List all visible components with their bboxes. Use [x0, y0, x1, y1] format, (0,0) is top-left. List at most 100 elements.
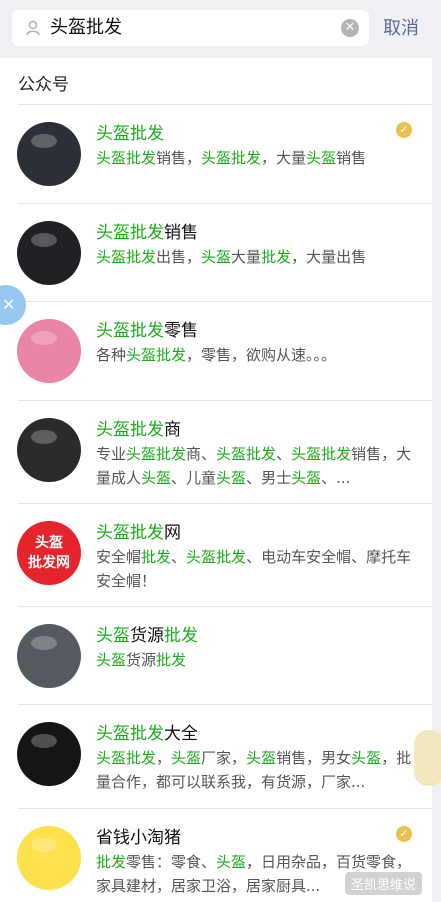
highlight-text: 头盔批发 [96, 149, 157, 167]
highlight-text: 头盔批发 [96, 248, 157, 266]
search-box[interactable]: 头盔批发 ✕ [12, 10, 369, 46]
result-title[interactable]: 头盔批发零售 [96, 316, 198, 341]
verified-badge-icon: ✓ [396, 826, 412, 842]
highlight-text: 头盔批发 [96, 420, 164, 440]
result-description: 头盔货源批发 [96, 648, 416, 672]
results-panel: 公众号 头盔批发 头盔批发销售，头盔批发，大量头盔销售 ✓ 头盔批发销售 头盔批发出售，… [0, 58, 432, 902]
result-row[interactable]: 头盔批发大全 头盔批发，头盔厂家，头盔销售，男女头盔，批量合作，都可以联系我，有货… [0, 704, 432, 808]
highlight-text: 头盔 [141, 469, 172, 487]
text-fragment: 省钱小淘猪 [96, 828, 181, 848]
search-bar: 头盔批发 ✕ 取消 [0, 0, 441, 58]
text-fragment: 货源 [126, 651, 157, 669]
search-input[interactable]: 头盔批发 [50, 10, 122, 46]
text-fragment: 货源 [130, 626, 164, 646]
avatar-highlight [31, 233, 57, 247]
highlight-text: 批发 [96, 853, 127, 871]
account-avatar[interactable] [17, 122, 81, 186]
highlight-text: 头盔批发 [186, 548, 247, 566]
text-fragment: 大全 [164, 724, 198, 744]
divider [18, 606, 432, 607]
result-title[interactable]: 头盔批发大全 [96, 719, 198, 744]
result-title[interactable]: 头盔货源批发 [96, 621, 198, 646]
text-fragment: 销售 [336, 149, 367, 167]
result-title[interactable]: 头盔批发网 [96, 518, 181, 543]
result-row[interactable]: 头盔货源批发 头盔货源批发 [0, 606, 432, 704]
divider [18, 503, 432, 504]
text-fragment: 、男士 [246, 469, 292, 487]
account-avatar[interactable] [17, 722, 81, 786]
text-fragment: 、 [276, 445, 292, 463]
result-title[interactable]: 头盔批发销售 [96, 218, 198, 243]
text-fragment: 、儿童 [171, 469, 217, 487]
highlight-text: 头盔批发 [291, 445, 352, 463]
person-icon [26, 20, 40, 36]
highlight-text: 批发 [141, 548, 172, 566]
account-avatar[interactable] [17, 319, 81, 383]
account-avatar[interactable] [17, 826, 81, 890]
highlight-text: 头盔批发 [96, 749, 157, 767]
highlight-text: 头盔 [351, 749, 382, 767]
divider [18, 203, 432, 204]
divider [18, 808, 432, 809]
text-fragment: 零售 [164, 321, 198, 341]
cancel-button[interactable]: 取消 [383, 14, 419, 40]
text-fragment: 网 [164, 523, 181, 543]
highlight-text: 头盔批发 [96, 124, 164, 144]
result-row[interactable]: 头盔批发商 专业头盔批发商、头盔批发、头盔批发销售，大量成人头盔、儿童头盔、男士头… [0, 400, 432, 503]
highlight-text: 头盔批发 [96, 321, 164, 341]
divider [18, 301, 432, 302]
result-description: 头盔批发出售，头盔大量批发，大量出售 [96, 245, 416, 269]
result-description: 安全帽批发、头盔批发、电动车安全帽、摩托车安全帽！ [96, 545, 416, 593]
logo-text: 批发网 [28, 555, 70, 571]
text-fragment: 销售 [164, 223, 198, 243]
highlight-text: 头盔 [171, 749, 202, 767]
result-description: 各种头盔批发，零售，欲购从速。。。 [96, 343, 416, 367]
result-description: 头盔批发，头盔厂家，头盔销售，男女头盔，批量合作，都可以联系我，有货源，厂家..… [96, 746, 416, 794]
highlight-text: 头盔 [246, 749, 277, 767]
text-fragment: 大量 [231, 248, 262, 266]
result-title[interactable]: 省钱小淘猪 [96, 823, 181, 848]
text-fragment: 各种 [96, 346, 127, 364]
decorative-sticker [414, 730, 441, 786]
account-avatar[interactable] [17, 418, 81, 482]
account-logo[interactable]: 头盔 批发网 [17, 521, 81, 585]
result-title[interactable]: 头盔批发商 [96, 415, 181, 440]
result-row[interactable]: 头盔批发零售 各种头盔批发，零售，欲购从速。。。 [0, 301, 432, 400]
highlight-text: 头盔 [96, 651, 127, 669]
highlight-text: 头盔 [201, 248, 232, 266]
avatar-highlight [31, 734, 57, 748]
result-title[interactable]: 头盔批发 [96, 119, 164, 144]
highlight-text: 头盔批发 [96, 223, 164, 243]
logo-text: 头盔 [35, 535, 63, 551]
text-fragment: 厂家， [201, 749, 247, 767]
highlight-text: 头盔 [216, 853, 247, 871]
highlight-text: 头盔批发 [126, 445, 187, 463]
account-avatar[interactable] [17, 624, 81, 688]
account-avatar[interactable] [17, 221, 81, 285]
text-fragment: ，大量出售 [291, 248, 367, 266]
result-row[interactable]: 头盔批发 头盔批发销售，头盔批发，大量头盔销售 ✓ [0, 104, 432, 203]
highlight-text: 头盔 [96, 626, 130, 646]
highlight-text: 头盔批发 [216, 445, 277, 463]
text-fragment: ， [156, 749, 172, 767]
text-fragment: 销售， [156, 149, 202, 167]
clear-icon[interactable]: ✕ [341, 19, 359, 37]
highlight-text: 头盔批发 [96, 724, 164, 744]
result-row[interactable]: 头盔 批发网 头盔批发网 安全帽批发、头盔批发、电动车安全帽、摩托车安全帽！ [0, 503, 432, 606]
divider [18, 704, 432, 705]
text-fragment: 、... [321, 469, 351, 487]
highlight-text: 头盔 [291, 469, 322, 487]
text-fragment: 商 [164, 420, 181, 440]
text-fragment: 零售：零食、 [126, 853, 217, 871]
result-description: 头盔批发销售，头盔批发，大量头盔销售 [96, 146, 416, 170]
highlight-text: 头盔 [306, 149, 337, 167]
section-title: 公众号 [18, 75, 69, 95]
text-fragment: 销售，男女 [276, 749, 352, 767]
watermark: 圣凯思维说 [345, 872, 423, 895]
verified-badge-icon: ✓ [396, 122, 412, 138]
result-row[interactable]: 头盔批发销售 头盔批发出售，头盔大量批发，大量出售 [0, 203, 432, 301]
highlight-text: 头盔批发 [201, 149, 262, 167]
divider [18, 104, 432, 105]
text-fragment: ，大量 [261, 149, 307, 167]
text-fragment: 专业 [96, 445, 127, 463]
